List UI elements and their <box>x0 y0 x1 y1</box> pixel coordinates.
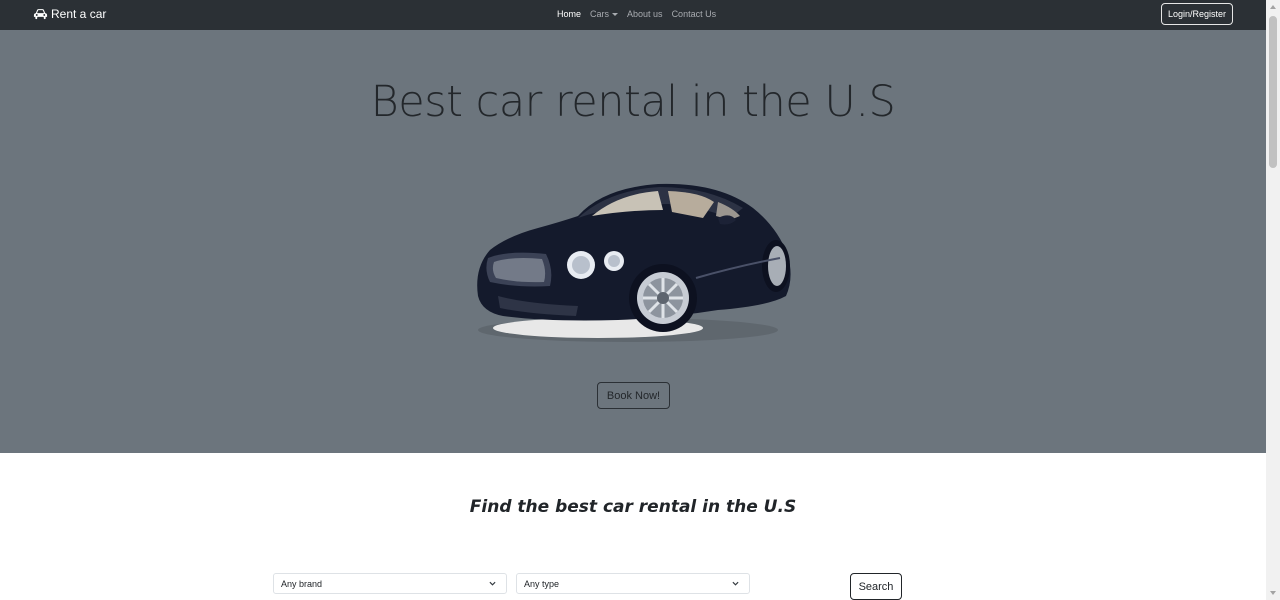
chevron-down-icon <box>489 581 496 586</box>
page-scrollbar[interactable] <box>1266 0 1280 600</box>
brand-link[interactable]: Rent a car <box>33 7 106 21</box>
navbar: Rent a car Home Cars About us Contact Us… <box>0 0 1266 30</box>
login-register-button[interactable]: Login/Register <box>1161 3 1233 25</box>
nav-link-cars-dropdown[interactable]: Cars <box>590 9 619 19</box>
nav-link-cars-label: Cars <box>590 9 610 19</box>
caret-down-icon <box>612 13 619 17</box>
nav-link-contact[interactable]: Contact Us <box>672 9 717 19</box>
search-button[interactable]: Search <box>850 573 902 600</box>
type-select-value: Any type <box>524 578 560 589</box>
hero-section: Best car rental in the U.S Book Now! <box>0 30 1266 453</box>
hero-title: Best car rental in the U.S <box>370 77 896 127</box>
page: Rent a car Home Cars About us Contact Us… <box>0 0 1280 600</box>
nav-link-home[interactable]: Home <box>557 9 581 19</box>
nav-links: Home Cars About us Contact Us <box>557 9 725 19</box>
chevron-down-icon <box>732 581 739 586</box>
nav-link-about[interactable]: About us <box>627 9 663 19</box>
brand-select[interactable]: Any brand <box>273 573 507 594</box>
car-icon <box>33 9 48 20</box>
scroll-thumb[interactable] <box>1269 16 1277 168</box>
car-image <box>477 183 791 342</box>
type-select[interactable]: Any type <box>516 573 750 594</box>
book-now-button[interactable]: Book Now! <box>597 382 670 409</box>
scroll-down-icon[interactable] <box>1270 591 1276 595</box>
scroll-up-icon[interactable] <box>1270 5 1276 9</box>
section-title: Find the best car rental in the U.S <box>469 497 797 517</box>
brand-label: Rent a car <box>51 7 107 21</box>
brand-select-value: Any brand <box>281 578 323 589</box>
